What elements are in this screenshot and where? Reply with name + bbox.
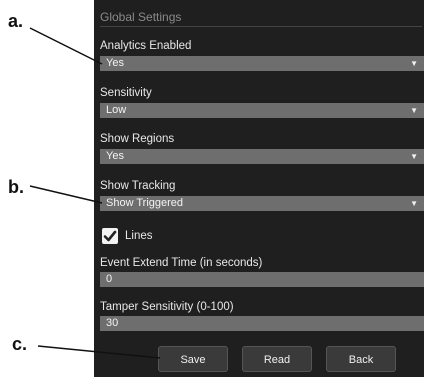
- callout-lines: [29, 27, 161, 359]
- callout-b-line: [29, 185, 103, 204]
- callout-a-line: [29, 27, 103, 65]
- callout-c-line: [37, 345, 161, 359]
